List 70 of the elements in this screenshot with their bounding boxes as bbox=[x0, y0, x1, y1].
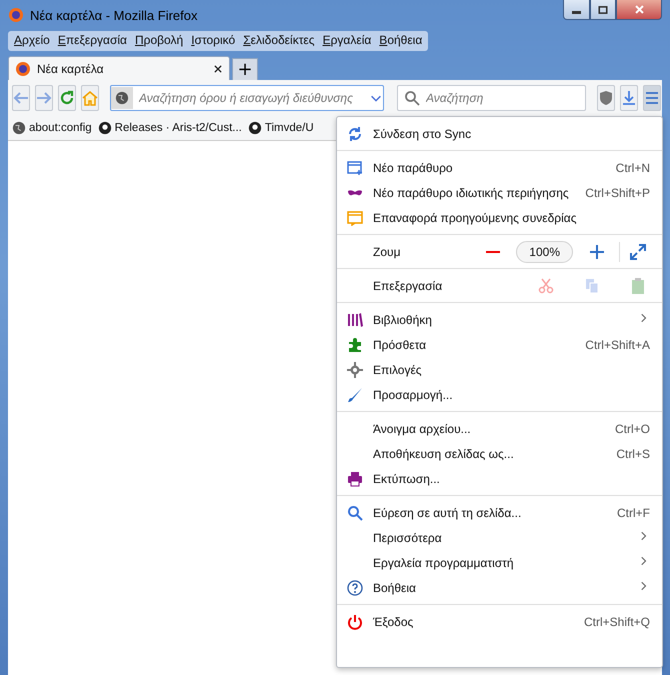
menu-item[interactable]: Αποθήκευση σελίδας ως... Ctrl+S bbox=[337, 441, 662, 466]
back-button[interactable] bbox=[12, 85, 30, 111]
firefox-logo-icon bbox=[15, 60, 31, 76]
house-icon bbox=[82, 90, 98, 106]
new-window-icon bbox=[347, 160, 363, 176]
menu-bar-item[interactable]: Βοήθεια bbox=[375, 31, 426, 51]
arrow-right-icon bbox=[36, 90, 52, 106]
menu-item[interactable]: Εργαλεία προγραμματιστή bbox=[337, 550, 662, 575]
printer-icon bbox=[347, 470, 363, 486]
minimize-icon bbox=[572, 11, 581, 14]
menu-bar-item[interactable]: Αρχείο bbox=[10, 31, 54, 51]
search-icon bbox=[347, 504, 363, 520]
library-icon bbox=[347, 312, 363, 328]
new-tab-button[interactable]: + bbox=[232, 58, 258, 80]
menu-button[interactable] bbox=[643, 85, 661, 111]
menu-item[interactable]: Πρόσθετα Ctrl+Shift+A bbox=[337, 332, 662, 357]
download-icon bbox=[621, 90, 637, 106]
help-icon bbox=[347, 580, 363, 596]
bookmark-link[interactable]: about:config bbox=[12, 121, 92, 135]
menu-icon bbox=[644, 90, 660, 106]
menu-item[interactable]: Βιβλιοθήκη bbox=[337, 307, 662, 332]
reload-button[interactable] bbox=[58, 85, 76, 111]
copy-icon bbox=[584, 278, 600, 294]
edit-label: Επεξεργασία bbox=[373, 278, 444, 292]
downloads-button[interactable] bbox=[620, 85, 638, 111]
menu-item[interactable]: Επαναφορά προηγούμενης συνεδρίας bbox=[337, 205, 662, 230]
bookmark-link[interactable]: Releases · Aris-t2/Cust... bbox=[98, 121, 242, 135]
maximize-button[interactable] bbox=[590, 0, 616, 20]
plus-icon bbox=[589, 244, 605, 260]
minus-icon bbox=[486, 250, 500, 252]
menu-item[interactable]: Εκτύπωση... bbox=[337, 466, 662, 491]
menu-item[interactable]: Άνοιγμα αρχείου... Ctrl+O bbox=[337, 416, 662, 441]
menu-item[interactable]: Νέο παράθυρο Ctrl+N bbox=[337, 155, 662, 180]
bookmark-link[interactable]: Timvde/U bbox=[248, 121, 314, 135]
reload-icon bbox=[59, 90, 75, 106]
shield-button[interactable] bbox=[597, 85, 615, 111]
menu-bar-item[interactable]: Επεξεργασία bbox=[54, 31, 131, 51]
menu-item[interactable]: Επιλογές bbox=[337, 357, 662, 382]
menu-bar-item[interactable]: Προβολή bbox=[130, 31, 188, 51]
window-title: Νέα καρτέλα - Mozilla Firefox bbox=[30, 8, 198, 22]
close-button[interactable] bbox=[616, 0, 662, 20]
puzzle-icon bbox=[347, 336, 363, 352]
menu-bar-item[interactable]: Εργαλεία bbox=[318, 31, 376, 51]
home-button[interactable] bbox=[81, 85, 99, 111]
forward-button[interactable] bbox=[35, 85, 53, 111]
sync-icon bbox=[347, 126, 363, 142]
search-icon bbox=[404, 90, 420, 106]
menu-item[interactable]: Περισσότερα bbox=[337, 525, 662, 550]
power-icon bbox=[347, 614, 363, 630]
menu-item[interactable]: Βοήθεια bbox=[337, 575, 662, 600]
menu-item[interactable]: Νέο παράθυρο ιδιωτικής περιήγησης Ctrl+Shift+P bbox=[337, 180, 662, 205]
minimize-button[interactable] bbox=[563, 0, 590, 20]
clipboard-icon bbox=[630, 278, 646, 294]
menu-bar-item[interactable]: Ιστορικό bbox=[187, 31, 240, 51]
scissors-icon bbox=[538, 278, 554, 294]
expand-arrows-icon bbox=[630, 244, 646, 260]
maximize-icon bbox=[598, 4, 608, 14]
browser-tab[interactable]: Νέα καρτέλα bbox=[8, 56, 230, 80]
firefox-logo-icon bbox=[8, 7, 24, 23]
close-icon bbox=[213, 64, 223, 74]
menu-item[interactable]: Εύρεση σε αυτή τη σελίδα... Ctrl+F bbox=[337, 500, 662, 525]
zoom-reset-button[interactable]: 100% bbox=[516, 240, 573, 262]
menu-item[interactable]: Προσαρμογή... bbox=[337, 382, 662, 407]
menu-bar-item[interactable]: Σελιδοδείκτες bbox=[239, 31, 319, 51]
menu-item[interactable]: Έξοδος Ctrl+Shift+Q bbox=[337, 609, 662, 634]
arrow-left-icon bbox=[13, 90, 29, 106]
zoom-label: Ζουμ bbox=[373, 244, 402, 258]
shield-icon bbox=[598, 90, 614, 106]
close-icon bbox=[634, 4, 644, 15]
menu-item[interactable]: Σύνδεση στο Sync bbox=[337, 121, 662, 146]
